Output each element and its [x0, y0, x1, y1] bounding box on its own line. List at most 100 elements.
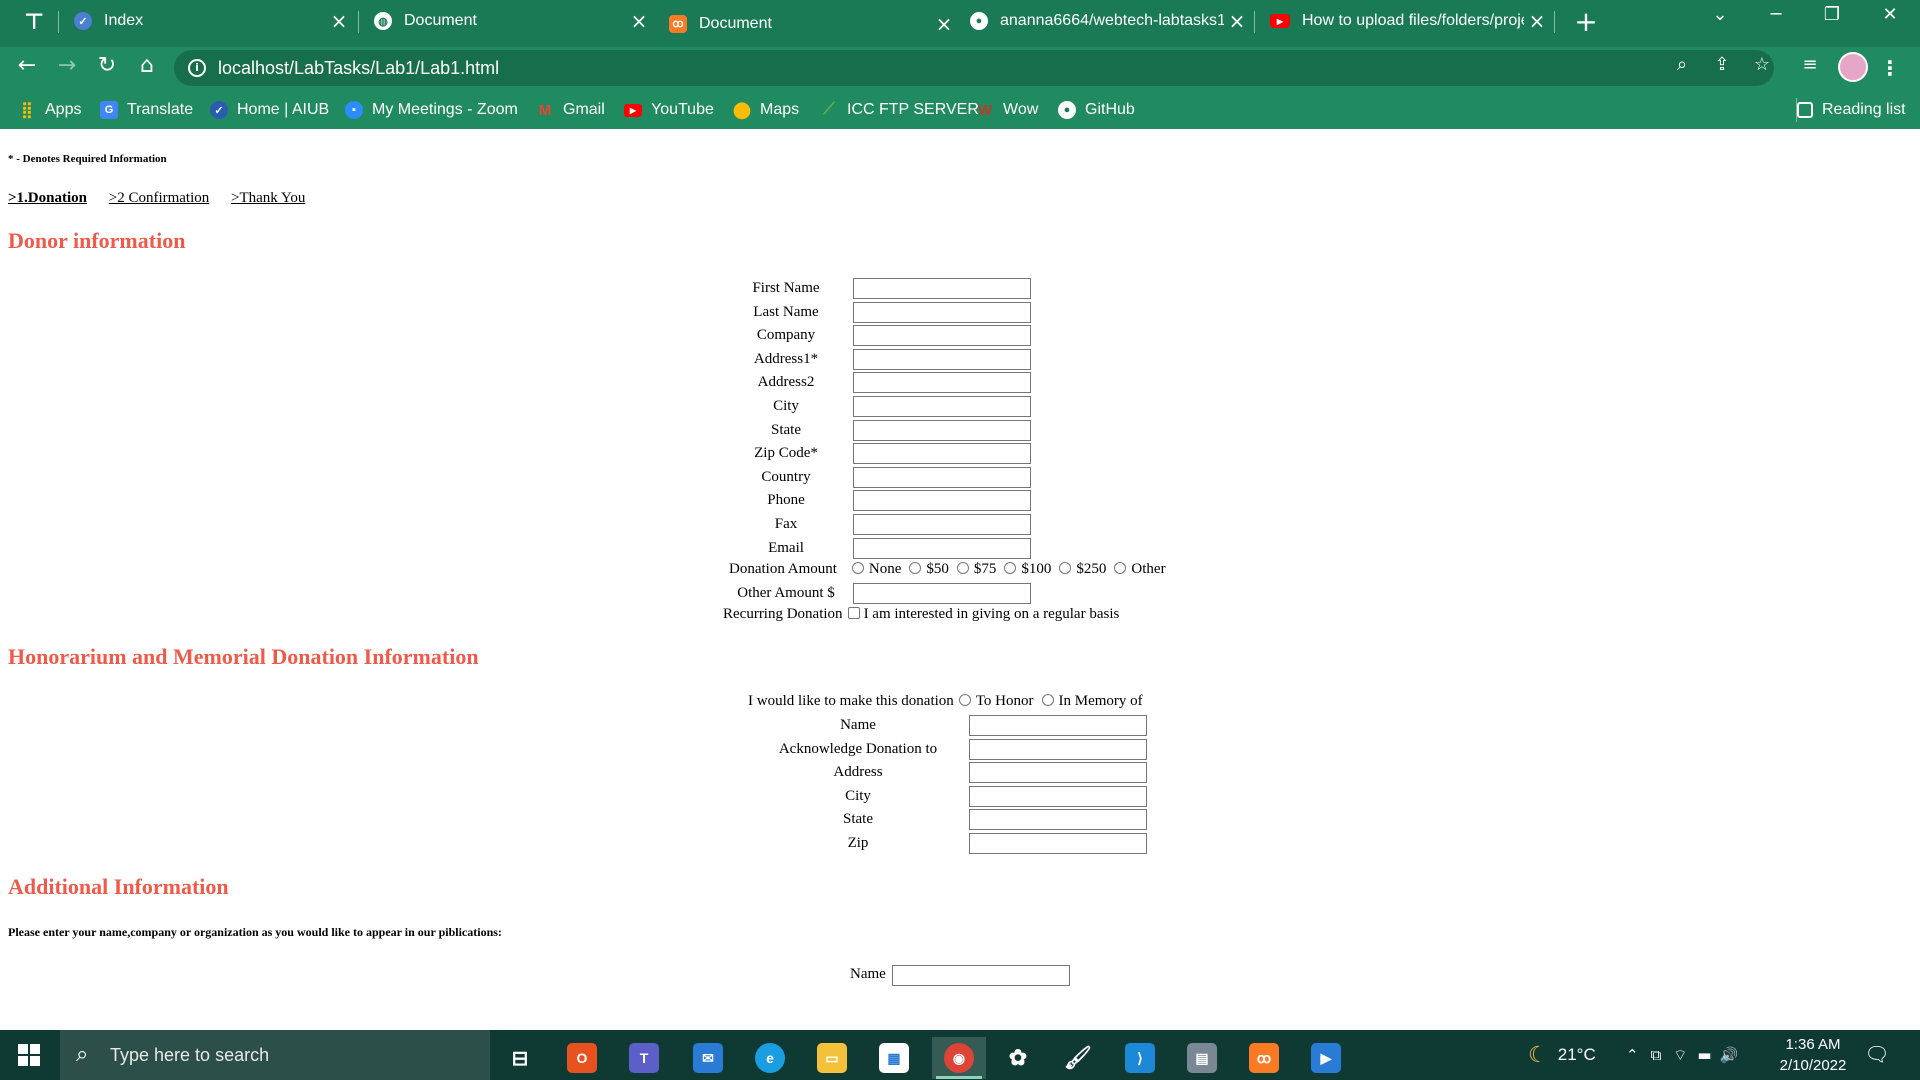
honor-field-input[interactable] — [969, 762, 1147, 784]
honor-option-radio[interactable] — [958, 694, 971, 706]
honor-field-label: City — [845, 787, 871, 804]
clock[interactable]: 1:36 AM 2/10/2022 — [1768, 1034, 1858, 1076]
close-icon[interactable]: × — [931, 12, 957, 36]
bookmark-icc-ftp[interactable]: ⟋ ICC FTP SERVER — [820, 98, 979, 122]
office-icon[interactable]: O — [558, 1037, 606, 1079]
donor-field-input[interactable] — [853, 466, 1031, 488]
bookmark-zoom[interactable]: ▪ My Meetings - Zoom — [345, 98, 518, 122]
donation-option-radio[interactable] — [909, 562, 922, 575]
video-editor-icon[interactable]: ▶ — [1302, 1037, 1350, 1079]
close-icon[interactable]: × — [1224, 9, 1250, 33]
chevron-up-icon[interactable]: ⌃ — [1626, 1046, 1639, 1064]
donation-option-radio[interactable] — [1004, 562, 1017, 575]
paint-3d-icon[interactable]: ✿ — [994, 1037, 1042, 1079]
donation-option-radio[interactable] — [851, 562, 864, 575]
minimize-button[interactable]: ─ — [1756, 4, 1796, 38]
teams-icon[interactable]: T — [620, 1037, 668, 1079]
donation-option-radio[interactable] — [1059, 562, 1072, 575]
mail-icon[interactable]: ✉ — [684, 1037, 732, 1079]
paint-icon[interactable]: 🖌 — [1054, 1037, 1102, 1079]
zoom-icon[interactable]: ⌕ — [1668, 54, 1696, 82]
address-bar[interactable]: i localhost/LabTasks/Lab1/Lab1.html ⌕ ⇪ … — [174, 50, 1774, 86]
new-tab-button[interactable]: + — [1570, 6, 1602, 38]
bookmark-github[interactable]: ● GitHub — [1058, 98, 1135, 122]
tab-list-chevron-icon[interactable]: ⌄ — [1700, 4, 1740, 38]
menu-dots-icon[interactable]: ⋮ — [1880, 53, 1900, 83]
honor-field-input[interactable] — [969, 785, 1147, 807]
bookmark-wow[interactable]: W Wow — [976, 98, 1038, 122]
xampp-icon[interactable]: ꝏ — [1240, 1037, 1288, 1079]
reading-list-button[interactable]: Reading list — [1796, 98, 1906, 122]
tab-youtube[interactable]: ▶ How to upload files/folders/proje × — [1258, 0, 1550, 42]
reload-icon[interactable]: ↻ — [92, 53, 122, 83]
donation-option-radio[interactable] — [1114, 562, 1127, 575]
close-window-button[interactable]: ✕ — [1870, 4, 1910, 38]
volume-icon[interactable]: 🔊 — [1720, 1046, 1739, 1064]
calculator-icon[interactable]: ▤ — [1178, 1037, 1226, 1079]
bookmark-translate[interactable]: G Translate — [100, 98, 193, 122]
recurring-donation-checkbox[interactable] — [847, 607, 860, 620]
back-arrow-icon[interactable]: ← — [12, 53, 42, 83]
step-donation-link[interactable]: >1.Donation — [8, 190, 87, 206]
other-amount-input[interactable] — [853, 583, 1031, 605]
donor-field-input[interactable] — [853, 301, 1031, 323]
publication-name-input[interactable] — [892, 965, 1070, 986]
vscode-icon[interactable]: ⟩ — [1116, 1037, 1164, 1079]
edge-icon[interactable]: e — [746, 1037, 794, 1079]
tab-index[interactable]: ✓ Index × — [62, 0, 352, 42]
tab-separator — [1554, 11, 1555, 33]
donor-field-input[interactable] — [853, 396, 1031, 417]
bookmark-youtube[interactable]: ▶ YouTube — [624, 98, 714, 122]
donor-field-input[interactable] — [853, 348, 1031, 370]
wifi-icon[interactable]: ⌔ — [1673, 1046, 1687, 1065]
forward-arrow-icon[interactable]: → — [52, 53, 82, 83]
tab-search-icon[interactable]: ⊤ — [20, 9, 48, 37]
honor-field-input[interactable] — [969, 809, 1147, 831]
share-icon[interactable]: ⇪ — [1708, 54, 1736, 82]
close-icon[interactable]: × — [1524, 9, 1550, 33]
restore-button[interactable]: ❐ — [1812, 4, 1852, 38]
bookmark-star-icon[interactable]: ☆ — [1748, 54, 1776, 82]
bookmark-maps[interactable]: ⬤ Maps — [733, 98, 799, 122]
home-icon[interactable]: ⌂ — [132, 53, 162, 83]
honor-field-input[interactable] — [969, 738, 1147, 760]
tab-github[interactable]: ● ananna6664/webtech-labtasks19 × — [958, 0, 1250, 42]
url-text[interactable]: localhost/LabTasks/Lab1/Lab1.html — [218, 58, 499, 79]
site-info-icon[interactable]: i — [188, 59, 206, 77]
media-control-icon[interactable]: ≡ — [1796, 54, 1824, 82]
donor-field-input[interactable] — [853, 490, 1031, 512]
battery-icon[interactable]: ▬ — [1697, 1046, 1711, 1064]
file-explorer-icon[interactable]: ▭ — [808, 1037, 856, 1079]
tab-document-active[interactable]: ꝏ Document × — [657, 0, 957, 47]
chrome-icon[interactable]: ◉ — [932, 1037, 986, 1079]
windows-start-icon[interactable] — [18, 1044, 40, 1066]
bookmark-gmail[interactable]: M Gmail — [536, 98, 605, 122]
donor-field-input[interactable] — [853, 443, 1031, 465]
tab-document-1[interactable]: ◍ Document × — [362, 0, 652, 42]
step-confirmation-link[interactable]: >2 Confirmation — [109, 190, 210, 206]
microsoft-store-icon[interactable]: ▦ — [870, 1037, 918, 1079]
step-thank-you-link[interactable]: >Thank You — [231, 190, 305, 206]
meet-now-icon[interactable]: ⧉ — [1651, 1046, 1662, 1064]
honor-option-radio[interactable] — [1041, 694, 1054, 706]
honor-field-input[interactable] — [969, 715, 1147, 736]
donation-option-radio[interactable] — [956, 562, 969, 575]
notification-icon[interactable]: 🗨 — [1864, 1042, 1890, 1066]
donor-field-input[interactable] — [853, 325, 1031, 347]
donor-info-heading: Donor information — [8, 228, 186, 253]
profile-avatar[interactable] — [1838, 52, 1868, 82]
bookmark-apps[interactable]: ⣿ Apps — [18, 98, 81, 122]
close-icon[interactable]: × — [626, 9, 652, 33]
donor-field-input[interactable] — [853, 537, 1031, 559]
donor-field-input[interactable] — [853, 514, 1031, 535]
bookmark-aiub[interactable]: ✓ Home | AIUB — [210, 98, 329, 122]
other-amount-label: Other Amount $ — [737, 585, 835, 602]
close-icon[interactable]: × — [326, 9, 352, 33]
task-view-icon[interactable]: ⊟ — [496, 1037, 544, 1079]
honor-field-input[interactable] — [969, 833, 1147, 854]
weather-widget[interactable]: ☾ 21°C — [1528, 1030, 1596, 1080]
donor-field-input[interactable] — [853, 419, 1031, 441]
donor-field-input[interactable] — [853, 278, 1031, 299]
donor-field-input[interactable] — [853, 372, 1031, 394]
taskbar-search-box[interactable]: ⌕ Type here to search — [60, 1030, 490, 1080]
